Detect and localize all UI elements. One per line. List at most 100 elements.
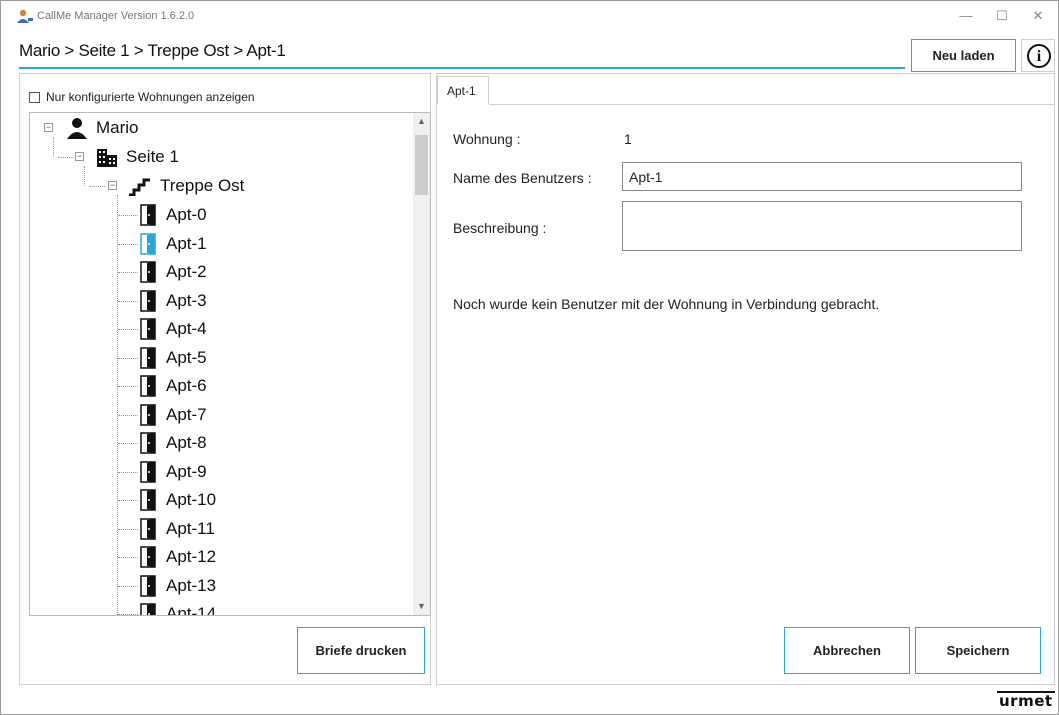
door-icon	[140, 204, 156, 226]
door-icon	[140, 517, 156, 540]
tree-node-apartment[interactable]: Apt-12	[140, 543, 216, 571]
tree-connector	[58, 157, 74, 158]
tree-node-label: Apt-12	[166, 547, 217, 566]
building-icon	[97, 149, 117, 167]
tree-node-apartment[interactable]: Apt-0	[140, 201, 207, 229]
tree-node-label: Apt-3	[166, 290, 207, 310]
minimize-button[interactable]: —	[951, 5, 981, 27]
door-icon	[140, 546, 156, 568]
username-input[interactable]	[622, 162, 1022, 191]
tree-connector	[118, 329, 138, 330]
tree-node-label: Apt-7	[166, 404, 207, 424]
left-panel: Nur konfigurierte Wohnungen anzeigen − M…	[19, 73, 431, 685]
username-label: Name des Benutzers :	[453, 170, 592, 186]
tree-node-label: Apt-8	[166, 433, 207, 452]
title-bar: CallMe Manager Version 1.6.2.0 — ☐ ✕	[1, 1, 1058, 31]
tree-node-label: Apt-2	[166, 262, 207, 281]
scroll-up-icon[interactable]: ▲	[413, 113, 430, 130]
filter-checkbox[interactable]	[29, 91, 40, 103]
maximize-button[interactable]: ☐	[987, 5, 1017, 27]
door-icon	[140, 432, 156, 454]
tree-node-label: Apt-4	[166, 319, 207, 338]
door-icon	[140, 375, 156, 397]
tree-node-apartment[interactable]: Apt-1	[140, 230, 207, 258]
tree-connector	[118, 414, 138, 416]
tree-node-label: Apt-10	[166, 490, 217, 509]
info-button[interactable]: i	[1021, 39, 1055, 72]
tree-node-apartment[interactable]: Apt-14	[140, 600, 217, 616]
tree-node-apartment[interactable]: Apt-10	[140, 486, 216, 514]
tree-connector	[118, 585, 138, 587]
reload-button[interactable]: Neu laden	[911, 39, 1016, 72]
tree-node-apartment[interactable]: Apt-2	[140, 258, 207, 286]
print-letters-button[interactable]: Briefe drucken	[297, 627, 425, 674]
close-button[interactable]: ✕	[1023, 5, 1053, 27]
person-icon	[67, 118, 87, 139]
no-user-message: Noch wurde kein Benutzer mit der Wohnung…	[453, 296, 880, 312]
breadcrumb-underline	[19, 67, 905, 69]
tree-node-apartment[interactable]: Apt-8	[140, 429, 207, 457]
tree-connector	[118, 614, 138, 615]
tree-node-apartment[interactable]: Apt-13	[140, 572, 216, 600]
stairs-icon	[129, 178, 150, 196]
breadcrumb: Mario > Seite 1 > Treppe Ost > Apt-1	[19, 41, 286, 60]
door-icon	[140, 574, 156, 597]
wohnung-label: Wohnung :	[453, 131, 521, 147]
collapse-toggle[interactable]: −	[108, 181, 117, 190]
door-icon	[140, 403, 156, 426]
tree-connector	[118, 272, 138, 273]
tree-node-label: Apt-1	[166, 233, 207, 253]
door-icon	[140, 603, 156, 615]
tree-connector	[118, 443, 138, 444]
description-label: Beschreibung :	[453, 220, 547, 236]
tree-node-label: Apt-9	[166, 461, 207, 481]
tree-node-label: Seite 1	[126, 147, 179, 166]
collapse-toggle[interactable]: −	[44, 123, 53, 132]
tree-connector	[118, 215, 138, 216]
tree-connector	[118, 243, 138, 245]
app-window: CallMe Manager Version 1.6.2.0 — ☐ ✕ Mar…	[0, 0, 1059, 715]
apartment-tree[interactable]: − Mario − Seite 1 − Treppe Ost Apt-0 Apt…	[29, 112, 431, 616]
tree-node-label: Apt-6	[166, 376, 207, 395]
tree-node-building[interactable]: Seite 1	[96, 143, 179, 171]
door-icon	[140, 318, 156, 340]
tree-node-stair[interactable]: Treppe Ost	[128, 172, 244, 200]
tree-node-apartment[interactable]: Apt-11	[140, 515, 215, 543]
window-title: CallMe Manager Version 1.6.2.0	[37, 10, 195, 22]
tree-connector	[118, 357, 138, 359]
tree-connector	[117, 195, 118, 615]
tree-connector	[118, 300, 138, 302]
tree-node-label: Apt-11	[166, 518, 215, 538]
filter-label: Nur konfigurierte Wohnungen anzeigen	[46, 90, 255, 104]
tree-connector	[118, 471, 138, 473]
tree-connector	[118, 386, 138, 387]
tree-node-apartment[interactable]: Apt-6	[140, 372, 207, 400]
tree-node-label: Apt-14	[166, 604, 217, 616]
collapse-toggle[interactable]: −	[75, 152, 84, 161]
tree-node-label: Treppe Ost	[160, 176, 245, 195]
wohnung-value: 1	[624, 131, 632, 147]
tree-connector	[53, 137, 54, 157]
tree-node-apartment[interactable]: Apt-5	[140, 344, 207, 372]
tree-node-apartment[interactable]: Apt-9	[140, 458, 207, 486]
description-input[interactable]	[622, 201, 1022, 251]
info-icon: i	[1027, 44, 1051, 68]
tree-node-root[interactable]: Mario	[66, 114, 139, 142]
scroll-down-icon[interactable]: ▼	[413, 598, 430, 615]
tree-node-label: Apt-0	[166, 205, 207, 224]
tree-node-label: Apt-13	[166, 575, 217, 595]
filter-checkbox-row[interactable]: Nur konfigurierte Wohnungen anzeigen	[29, 90, 255, 104]
cancel-button[interactable]: Abbrechen	[784, 627, 910, 674]
tab-apartment[interactable]: Apt-1	[437, 76, 489, 104]
save-button[interactable]: Speichern	[915, 627, 1041, 674]
door-icon	[140, 232, 156, 255]
tab-divider	[489, 104, 1054, 105]
scroll-thumb[interactable]	[415, 135, 428, 195]
tree-node-apartment[interactable]: Apt-7	[140, 401, 207, 429]
tree-node-apartment[interactable]: Apt-4	[140, 315, 207, 343]
tree-scrollbar[interactable]: ▲ ▼	[413, 113, 430, 615]
tree-node-label: Apt-5	[166, 347, 207, 367]
tree-node-apartment[interactable]: Apt-3	[140, 287, 207, 315]
tree-connector	[89, 186, 105, 187]
door-icon	[140, 346, 156, 369]
